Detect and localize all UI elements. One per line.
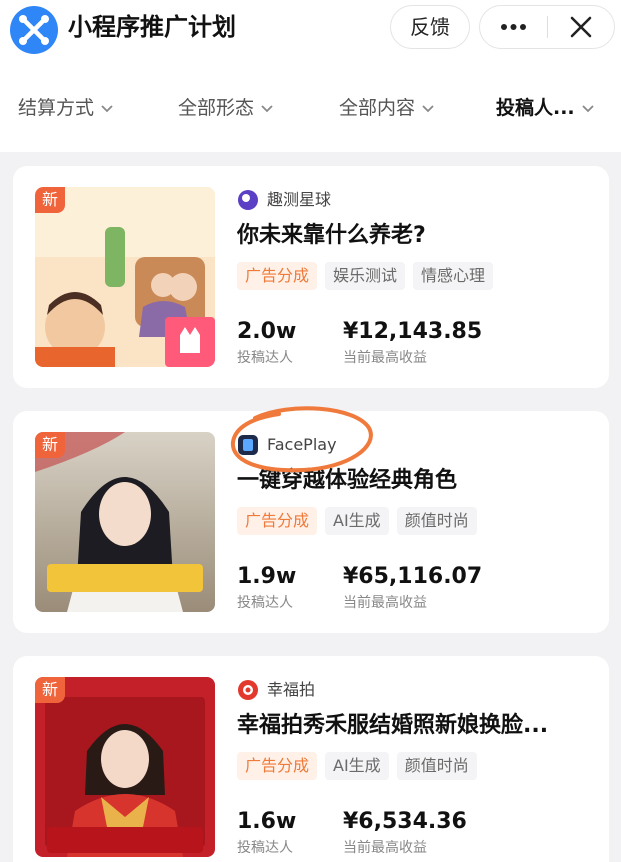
source-logo-icon — [237, 679, 259, 701]
program-title: 你未来靠什么养老? — [237, 223, 426, 248]
filter-label: 全部形态 — [178, 97, 255, 119]
tag: 情感心理 — [413, 262, 494, 290]
source-name: 趣测星球 — [267, 190, 332, 209]
stat-label: 投稿达人 — [237, 350, 293, 366]
tag-list: 广告分成 AI生成 颜值时尚 — [237, 507, 485, 535]
program-card[interactable]: 新 幸福拍 幸福拍秀禾服结婚照新娘换脸... 广告分成 AI生成 颜值时尚 1.6w… — [13, 656, 609, 862]
tag: 颜值时尚 — [396, 752, 477, 780]
stat-label: 投稿达人 — [237, 840, 293, 856]
filter-content[interactable]: 全部内容 — [339, 94, 435, 122]
mini-program-capsule — [479, 5, 615, 49]
feedback-button[interactable]: 反馈 — [390, 5, 470, 49]
program-thumbnail: 新 — [35, 432, 215, 612]
stat-submitters: 1.6w 投稿达人 — [237, 808, 296, 858]
new-badge: 新 — [35, 187, 65, 213]
new-badge: 新 — [35, 677, 65, 703]
program-thumbnail: 新 — [35, 677, 215, 857]
stat-label: 当前最高收益 — [343, 840, 427, 856]
program-thumbnail: 新 — [35, 187, 215, 367]
stat-label: 当前最高收益 — [343, 595, 427, 611]
tag: 颜值时尚 — [396, 507, 477, 535]
chevron-down-icon — [582, 104, 594, 112]
app-title: 小程序推广计划 — [68, 13, 236, 41]
filter-label: 全部内容 — [339, 97, 416, 119]
stat-submitters: 1.9w 投稿达人 — [237, 563, 296, 613]
program-title: 幸福拍秀禾服结婚照新娘换脸... — [237, 713, 549, 738]
chevron-down-icon — [422, 104, 434, 112]
filter-settlement[interactable]: 结算方式 — [18, 94, 114, 122]
stat-value: 2.0w — [237, 319, 297, 344]
close-icon[interactable] — [548, 6, 615, 48]
annotation-ellipse — [230, 406, 373, 473]
source-name: 幸福拍 — [267, 680, 316, 699]
filter-label: 结算方式 — [18, 97, 95, 119]
tag: AI生成 — [325, 507, 389, 535]
stat-label: 当前最高收益 — [343, 350, 427, 366]
stat-max-income: ¥12,143.85 当前最高收益 — [343, 318, 482, 368]
stat-value: ¥6,534.36 — [343, 809, 467, 834]
app-logo-icon — [10, 6, 58, 54]
stat-submitters: 2.0w 投稿达人 — [237, 318, 296, 368]
tag-revenue-share: 广告分成 — [237, 752, 318, 780]
tag-revenue-share: 广告分成 — [237, 262, 318, 290]
tag-list: 广告分成 AI生成 颜值时尚 — [237, 752, 485, 780]
stat-value: ¥65,116.07 — [343, 564, 483, 589]
chevron-down-icon — [101, 104, 113, 112]
tag-list: 广告分成 娱乐测试 情感心理 — [237, 262, 501, 290]
more-icon[interactable] — [480, 6, 547, 48]
filter-submitter[interactable]: 投稿人... — [496, 94, 595, 122]
chevron-down-icon — [261, 104, 273, 112]
stat-max-income: ¥6,534.36 当前最高收益 — [343, 808, 467, 858]
filter-form[interactable]: 全部形态 — [178, 94, 274, 122]
tag: AI生成 — [325, 752, 389, 780]
program-card[interactable]: 新 趣测星球 你未来靠什么养老? 广告分成 娱乐测试 情感心理 2.0w 投稿达人 … — [13, 166, 609, 388]
filter-label: 投稿人... — [496, 97, 575, 119]
header: 小程序推广计划 反馈 — [0, 0, 621, 60]
stat-value: ¥12,143.85 — [343, 319, 483, 344]
new-badge: 新 — [35, 432, 65, 458]
filter-bar: 结算方式 全部形态 全部内容 投稿人... — [0, 60, 621, 152]
source-logo-icon — [237, 189, 259, 211]
stat-value: 1.9w — [237, 564, 297, 589]
stat-value: 1.6w — [237, 809, 297, 834]
tag: 娱乐测试 — [325, 262, 406, 290]
tag-revenue-share: 广告分成 — [237, 507, 318, 535]
stat-label: 投稿达人 — [237, 595, 293, 611]
stat-max-income: ¥65,116.07 当前最高收益 — [343, 563, 482, 613]
